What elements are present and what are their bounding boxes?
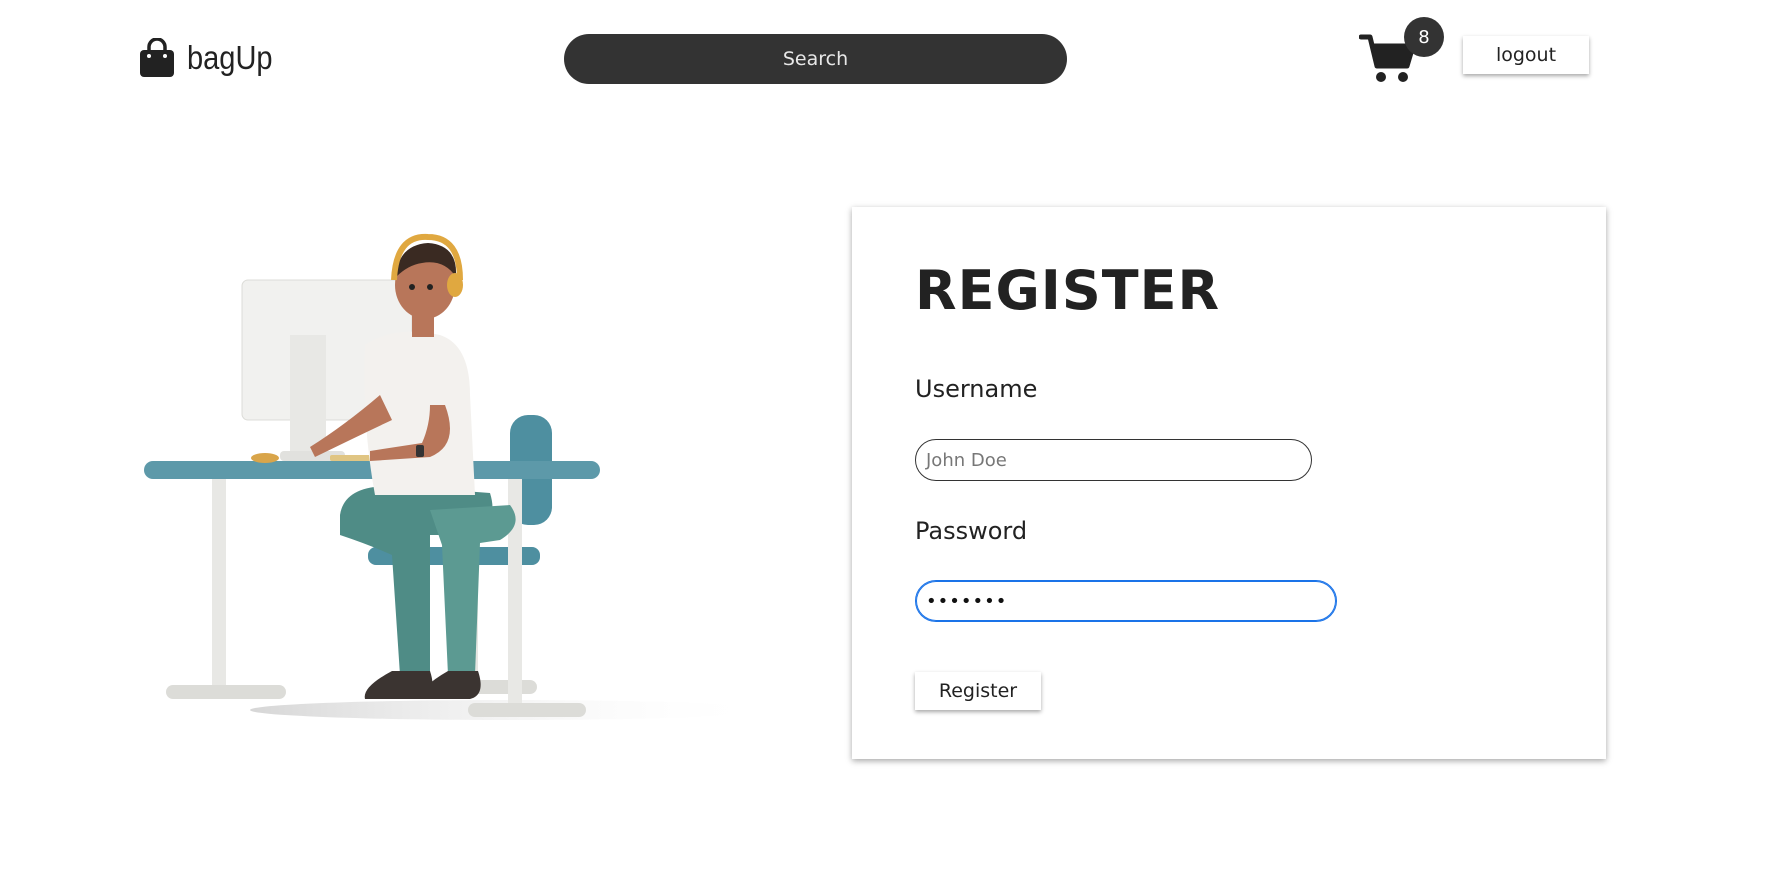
search-bar[interactable]: Search <box>564 34 1067 84</box>
logout-button[interactable]: logout <box>1463 36 1589 74</box>
cart-count-badge: 8 <box>1404 17 1444 57</box>
register-card: REGISTER Username John Doe Password ••••… <box>852 207 1606 759</box>
password-value: ••••••• <box>926 590 1008 612</box>
brand-name: bagUp <box>187 39 273 76</box>
search-label: Search <box>782 48 849 70</box>
page-title: REGISTER <box>915 259 1221 322</box>
password-field[interactable]: ••••••• <box>915 580 1337 622</box>
shopping-bag-icon <box>139 38 175 78</box>
brand-logo[interactable]: bagUp <box>139 38 284 78</box>
username-field[interactable]: John Doe <box>915 439 1312 481</box>
person-at-computer-illustration <box>130 225 770 725</box>
page: bagUp Search 8 logout REGISTER Username … <box>0 0 1775 888</box>
username-placeholder: John Doe <box>926 449 1007 471</box>
username-label: Username <box>915 375 1038 403</box>
password-label: Password <box>915 517 1028 545</box>
register-button[interactable]: Register <box>915 672 1041 710</box>
